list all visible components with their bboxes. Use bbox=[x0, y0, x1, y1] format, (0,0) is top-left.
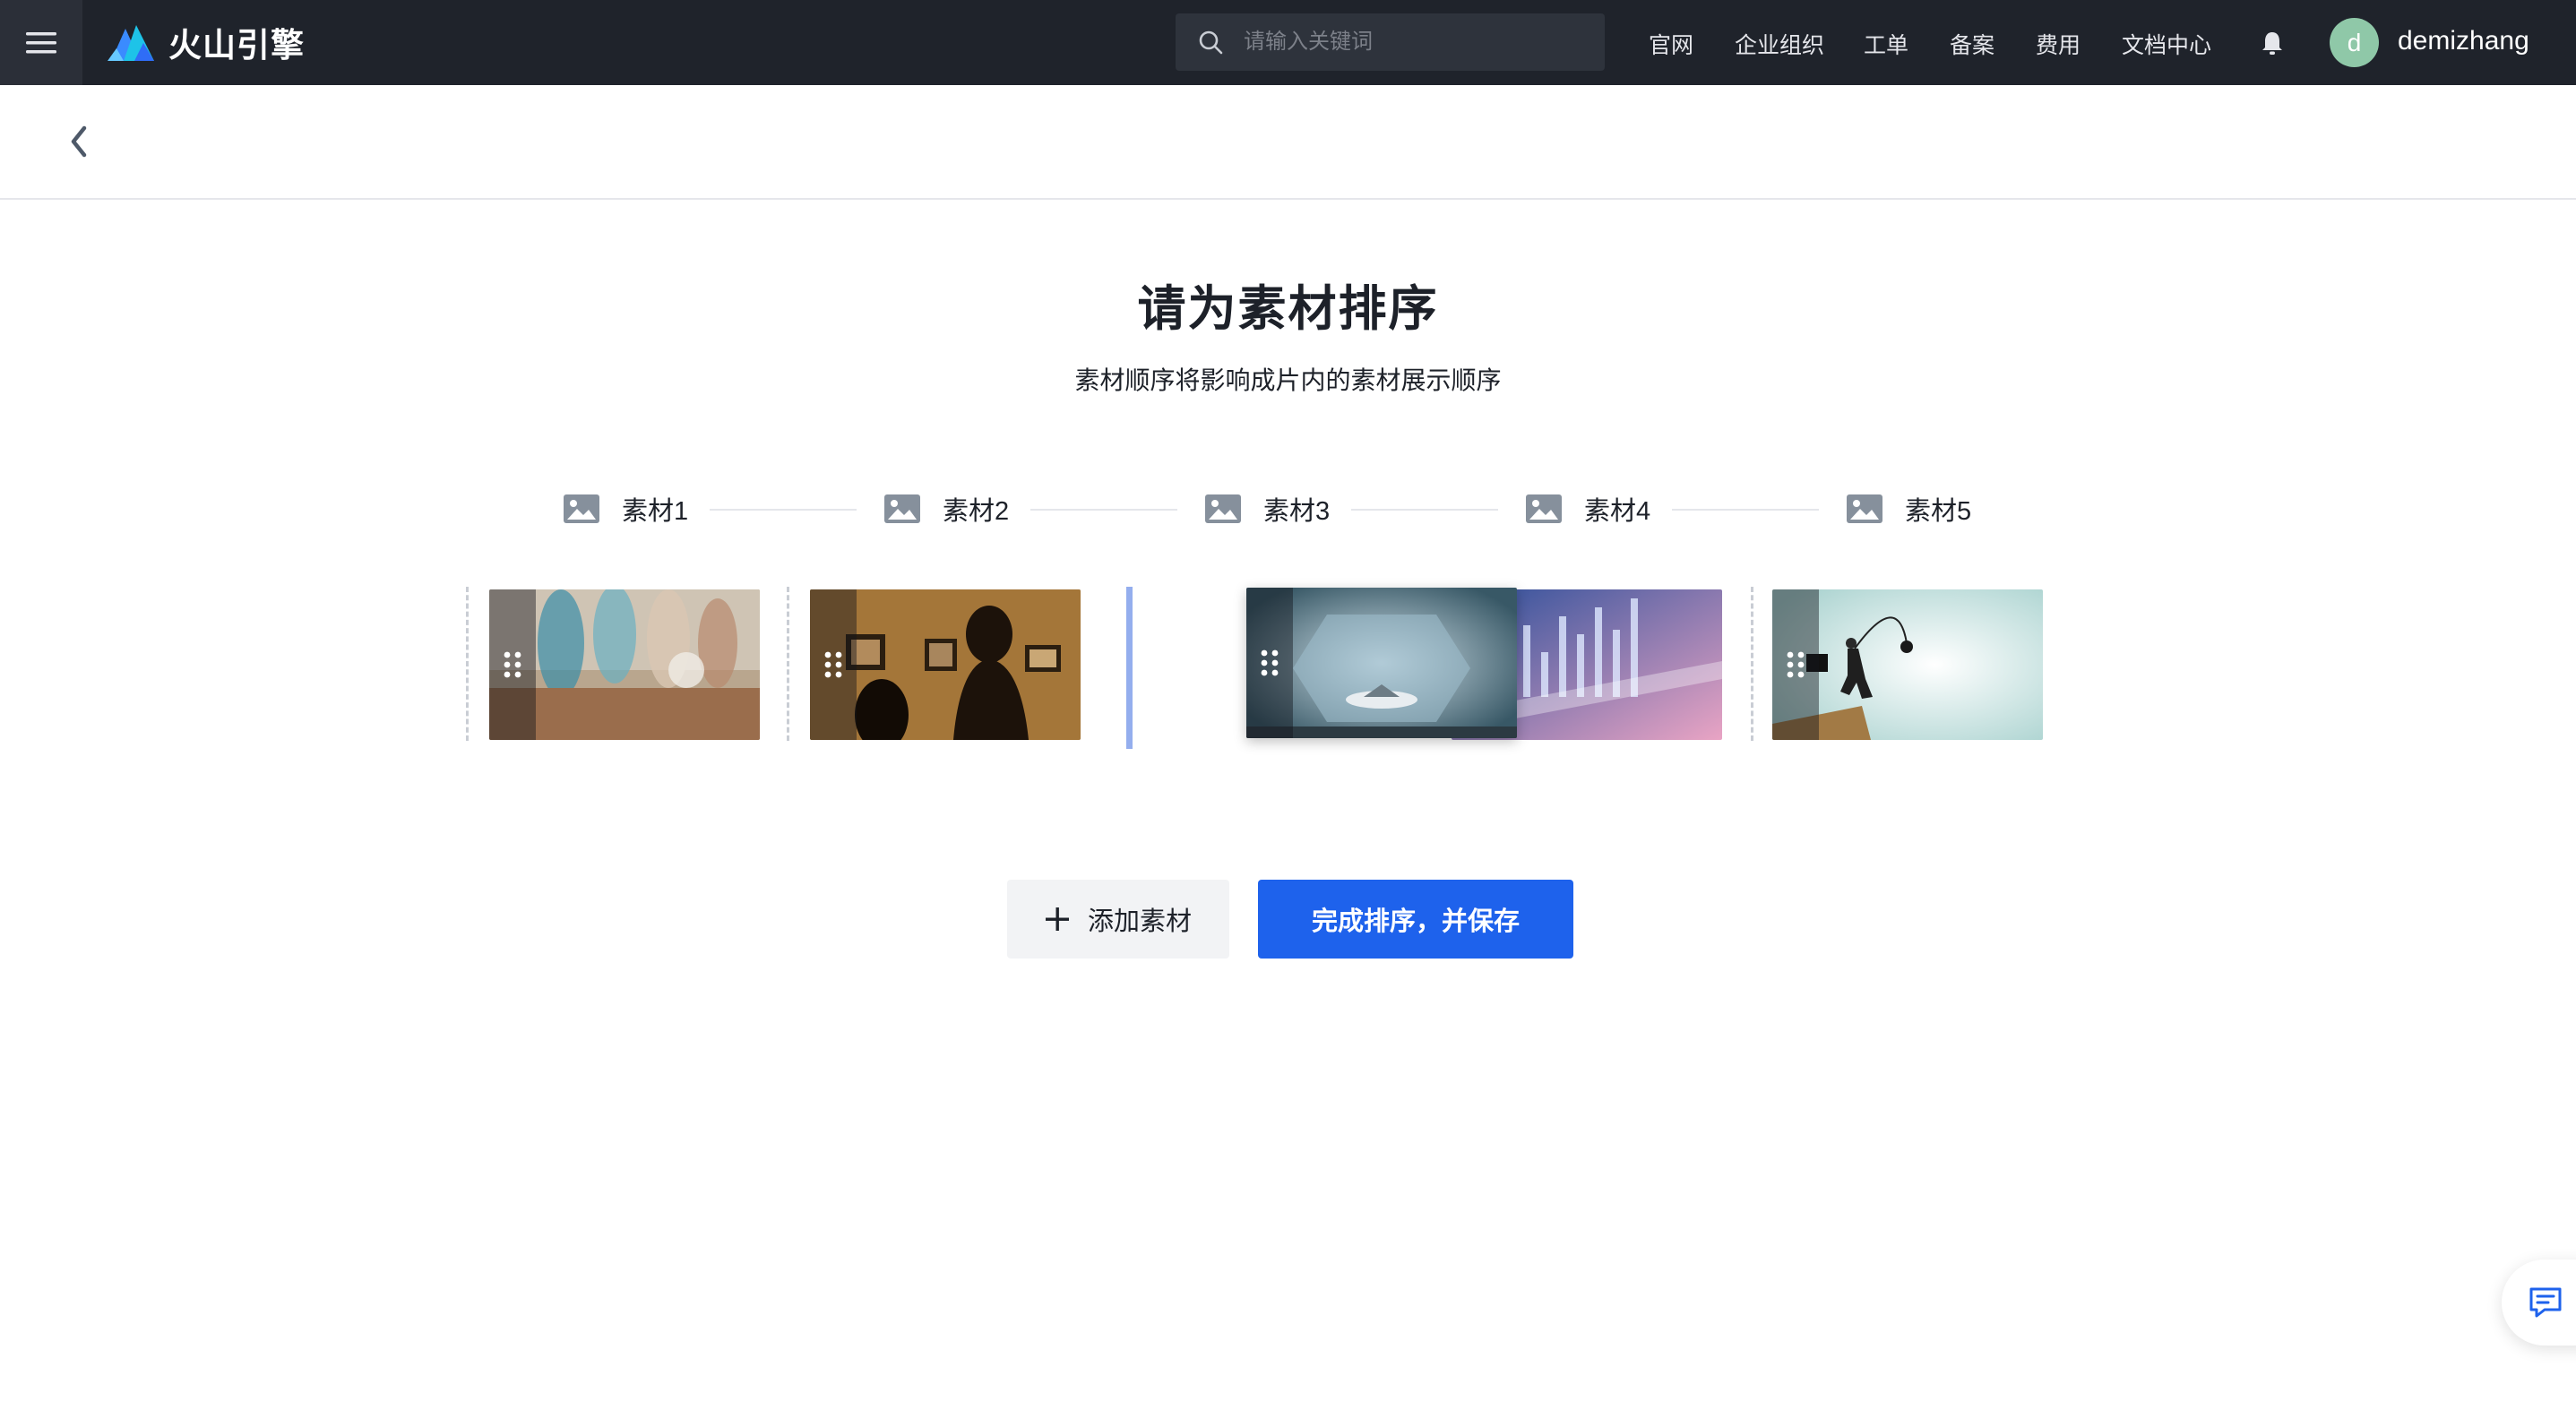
nav-tickets[interactable]: 工单 bbox=[1864, 28, 1908, 60]
plus-icon bbox=[1045, 907, 1069, 931]
image-icon bbox=[1205, 494, 1241, 523]
nav-filing[interactable]: 备案 bbox=[1950, 28, 1994, 60]
page-subtitle: 素材顺序将影响成片内的素材展示顺序 bbox=[1074, 366, 1502, 394]
back-chevron-icon[interactable] bbox=[63, 121, 95, 162]
image-icon bbox=[1847, 494, 1882, 523]
nav-docs[interactable]: 文档中心 bbox=[2122, 28, 2211, 60]
step-label: 素材1 bbox=[622, 497, 689, 526]
slot-divider bbox=[1751, 587, 1753, 741]
username[interactable]: demizhang bbox=[2398, 26, 2529, 56]
step-item-2: 素材2 bbox=[883, 491, 1009, 527]
image-icon bbox=[1526, 494, 1562, 523]
add-material-label: 添加素材 bbox=[1087, 907, 1192, 936]
drag-handle[interactable] bbox=[489, 589, 536, 740]
step-label: 素材2 bbox=[943, 497, 1010, 526]
image-icon bbox=[564, 494, 599, 523]
step-connector bbox=[1672, 509, 1819, 511]
brand-name: 火山引擎 bbox=[168, 27, 305, 64]
top-navigation-bar: 火山引擎 官网 企业组织 工单 备案 费用 文档中心 d demizhang bbox=[0, 0, 2576, 85]
step-item-5: 素材5 bbox=[1846, 491, 1971, 527]
drag-handle[interactable] bbox=[810, 589, 857, 740]
feedback-button[interactable] bbox=[2502, 1260, 2576, 1346]
material-thumbnail-2[interactable] bbox=[810, 589, 1081, 740]
nav-billing[interactable]: 费用 bbox=[2036, 28, 2081, 60]
material-thumbnail-1[interactable] bbox=[489, 589, 760, 740]
search-icon bbox=[1199, 30, 1223, 55]
menu-button[interactable] bbox=[0, 0, 82, 85]
page-title: 请为素材排序 bbox=[1137, 282, 1439, 336]
avatar[interactable]: d bbox=[2330, 18, 2379, 67]
feedback-icon bbox=[2529, 1287, 2562, 1318]
step-item-1: 素材1 bbox=[563, 491, 688, 527]
drag-handle-icon bbox=[1261, 649, 1279, 676]
search-box[interactable] bbox=[1176, 13, 1605, 71]
save-label: 完成排序，并保存 bbox=[1311, 907, 1520, 936]
step-item-4: 素材4 bbox=[1525, 491, 1650, 527]
drag-handle-icon bbox=[1787, 651, 1805, 678]
slot-divider bbox=[787, 587, 789, 741]
material-thumbnail-3[interactable] bbox=[1246, 588, 1517, 738]
material-thumbnail-5[interactable] bbox=[1772, 589, 2043, 740]
image-icon bbox=[884, 494, 920, 523]
bell-icon[interactable] bbox=[2258, 29, 2287, 57]
step-item-3: 素材3 bbox=[1204, 491, 1330, 527]
volcano-logo-icon bbox=[108, 25, 154, 61]
step-connector bbox=[710, 509, 857, 511]
add-material-button[interactable]: 添加素材 bbox=[1007, 880, 1229, 959]
drag-handle[interactable] bbox=[1772, 589, 1819, 740]
step-connector bbox=[1030, 509, 1177, 511]
finish-sort-save-button[interactable]: 完成排序，并保存 bbox=[1258, 880, 1573, 959]
page-subheader bbox=[0, 85, 2576, 200]
drop-indicator bbox=[1126, 587, 1133, 749]
step-label: 素材4 bbox=[1584, 497, 1651, 526]
slot-divider bbox=[466, 587, 469, 741]
search-input[interactable] bbox=[1242, 29, 1586, 56]
brand-logo[interactable]: 火山引擎 bbox=[108, 20, 305, 64]
drag-handle-icon bbox=[824, 651, 842, 678]
drag-handle-icon bbox=[504, 651, 521, 678]
nav-official-site[interactable]: 官网 bbox=[1649, 28, 1693, 60]
step-label: 素材5 bbox=[1905, 497, 1972, 526]
menu-icon bbox=[26, 31, 56, 53]
nav-organization[interactable]: 企业组织 bbox=[1735, 28, 1824, 60]
step-label: 素材3 bbox=[1263, 497, 1331, 526]
step-connector bbox=[1351, 509, 1498, 511]
drag-handle[interactable] bbox=[1246, 588, 1293, 738]
